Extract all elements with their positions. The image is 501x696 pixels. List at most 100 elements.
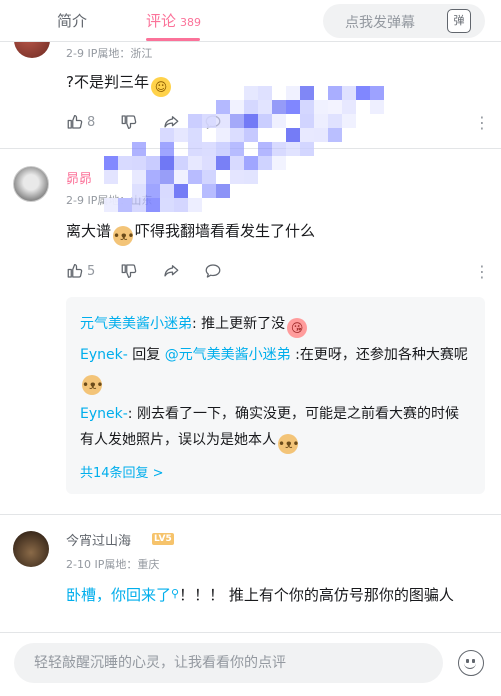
mosaic-tile — [342, 114, 356, 128]
comment-actions: 5 — [66, 262, 486, 282]
mosaic-tile — [160, 170, 174, 184]
mosaic-tile — [174, 184, 188, 198]
more-options-icon[interactable]: ⋮ — [474, 115, 490, 131]
thumbs-up-icon — [67, 114, 83, 129]
mosaic-tile — [132, 170, 146, 184]
reply-username[interactable]: 元气美美酱小迷弟 — [80, 316, 192, 332]
mosaic-tile — [286, 100, 300, 114]
mosaic-tile — [370, 86, 384, 100]
mosaic-tile — [230, 100, 244, 114]
tab-intro[interactable]: 简介 — [57, 10, 87, 31]
mosaic-tile — [174, 170, 188, 184]
mosaic-tile — [160, 184, 174, 198]
comment-bubble-icon — [205, 264, 221, 278]
comment-input[interactable]: 轻轻敲醒沉睡的心灵，让我看看你的点评 — [14, 643, 443, 683]
mosaic-tile — [272, 156, 286, 170]
mosaic-tile — [174, 198, 188, 212]
mosaic-tile — [188, 156, 202, 170]
comment-username[interactable]: 今宵过山海 — [66, 530, 131, 549]
mosaic-tile — [160, 156, 174, 170]
reply-mention[interactable]: @元气美美酱小迷弟 — [165, 347, 291, 363]
like-button[interactable]: 5 — [66, 262, 95, 280]
tab-comments[interactable]: 评论 389 — [146, 10, 201, 31]
mosaic-tile — [146, 198, 160, 212]
mosaic-tile — [272, 100, 286, 114]
mosaic-tile — [342, 86, 356, 100]
mosaic-tile — [160, 198, 174, 212]
like-count: 5 — [87, 263, 96, 279]
share-button[interactable] — [162, 262, 180, 280]
mosaic-tile — [216, 184, 230, 198]
mosaic-tile — [132, 142, 146, 156]
mosaic-tile — [230, 142, 244, 156]
reply-separator: : — [127, 406, 137, 422]
reply-text: 推上更新了没 — [201, 316, 286, 332]
mosaic-tile — [300, 142, 314, 156]
mosaic-tile — [300, 128, 314, 142]
comment-meta: 2-9 IP属地：浙江 — [66, 47, 153, 60]
mosaic-tile — [188, 114, 202, 128]
mosaic-tile — [202, 142, 216, 156]
top-tab-bar: 简介 评论 389 点我发弹幕 弹 — [0, 0, 501, 42]
share-icon — [164, 265, 179, 277]
thumbs-up-icon — [67, 263, 83, 278]
comment-username[interactable]: 昴昴 — [66, 168, 92, 187]
mosaic-tile — [356, 86, 370, 100]
mosaic-tile — [314, 114, 328, 128]
dislike-button[interactable] — [120, 262, 138, 280]
avatar[interactable] — [13, 531, 49, 567]
mosaic-tile — [244, 156, 258, 170]
emoji-picker-icon[interactable] — [458, 650, 484, 676]
mosaic-tile — [146, 156, 160, 170]
mosaic-tile — [314, 128, 328, 142]
mosaic-tile — [216, 128, 230, 142]
mosaic-tile — [132, 198, 146, 212]
comment-meta: 2-10 IP属地：重庆 — [66, 558, 160, 571]
mosaic-tile — [188, 128, 202, 142]
mosaic-tile — [146, 184, 160, 198]
mosaic-tile — [202, 170, 216, 184]
mosaic-tile — [300, 114, 314, 128]
mosaic-tile — [300, 100, 314, 114]
mosaic-tile — [202, 156, 216, 170]
mosaic-tile — [244, 86, 258, 100]
reply-username[interactable]: Eynek- — [80, 347, 128, 363]
danmaku-toggle-icon[interactable]: 弹 — [447, 9, 471, 33]
comment-text-content: ！！！ 推上有个你的高仿号那你的图骗人 — [179, 586, 454, 604]
mosaic-tile — [314, 100, 328, 114]
mosaic-tile — [328, 86, 342, 100]
active-tab-indicator — [146, 38, 200, 41]
reply-action: 回复 — [127, 347, 165, 363]
avatar[interactable] — [13, 166, 49, 202]
search-keyword-link[interactable]: 卧槽，你回来了 — [66, 586, 171, 604]
mosaic-tile — [216, 114, 230, 128]
search-icon: ⚲ — [171, 587, 180, 600]
reply-button[interactable] — [204, 262, 222, 280]
reply-item: 元气美美酱小迷弟: 推上更新了没 😘 — [80, 311, 472, 338]
doge-emoji-icon: •ᴥ• — [82, 375, 103, 395]
mosaic-tile — [174, 128, 188, 142]
view-more-replies-link[interactable]: 共14条回复 > — [80, 462, 164, 481]
comment-divider — [0, 514, 501, 515]
comment-count-badge: 389 — [180, 16, 202, 29]
reply-item: Eynek- 回复 @元气美美酱小迷弟 :在更呀，还参加各种大赛呢 •ᴥ• — [80, 342, 472, 395]
doge-emoji-icon: •ᴥ• — [113, 226, 134, 246]
danmaku-input[interactable]: 点我发弹幕 弹 — [323, 4, 485, 38]
mosaic-tile — [230, 170, 244, 184]
comment-text-part-b: 吓得我翻墙看看发生了什么 — [135, 222, 316, 240]
mosaic-tile — [202, 114, 216, 128]
reply-text: :在更呀，还参加各种大赛呢 — [290, 347, 468, 363]
mosaic-tile — [342, 100, 356, 114]
mosaic-tile — [230, 156, 244, 170]
like-button[interactable]: 8 — [66, 113, 95, 131]
mosaic-tile — [286, 86, 300, 100]
mosaic-tile — [230, 114, 244, 128]
danmaku-placeholder: 点我发弹幕 — [345, 15, 415, 31]
comment-text: 卧槽，你回来了⚲！！！ 推上有个你的高仿号那你的图骗人 — [66, 582, 476, 607]
mosaic-tile — [244, 100, 258, 114]
mosaic-tile — [160, 128, 174, 142]
mosaic-tile — [244, 128, 258, 142]
mosaic-tile — [328, 128, 342, 142]
more-options-icon[interactable]: ⋮ — [474, 264, 490, 280]
reply-username[interactable]: Eynek- — [80, 406, 128, 422]
